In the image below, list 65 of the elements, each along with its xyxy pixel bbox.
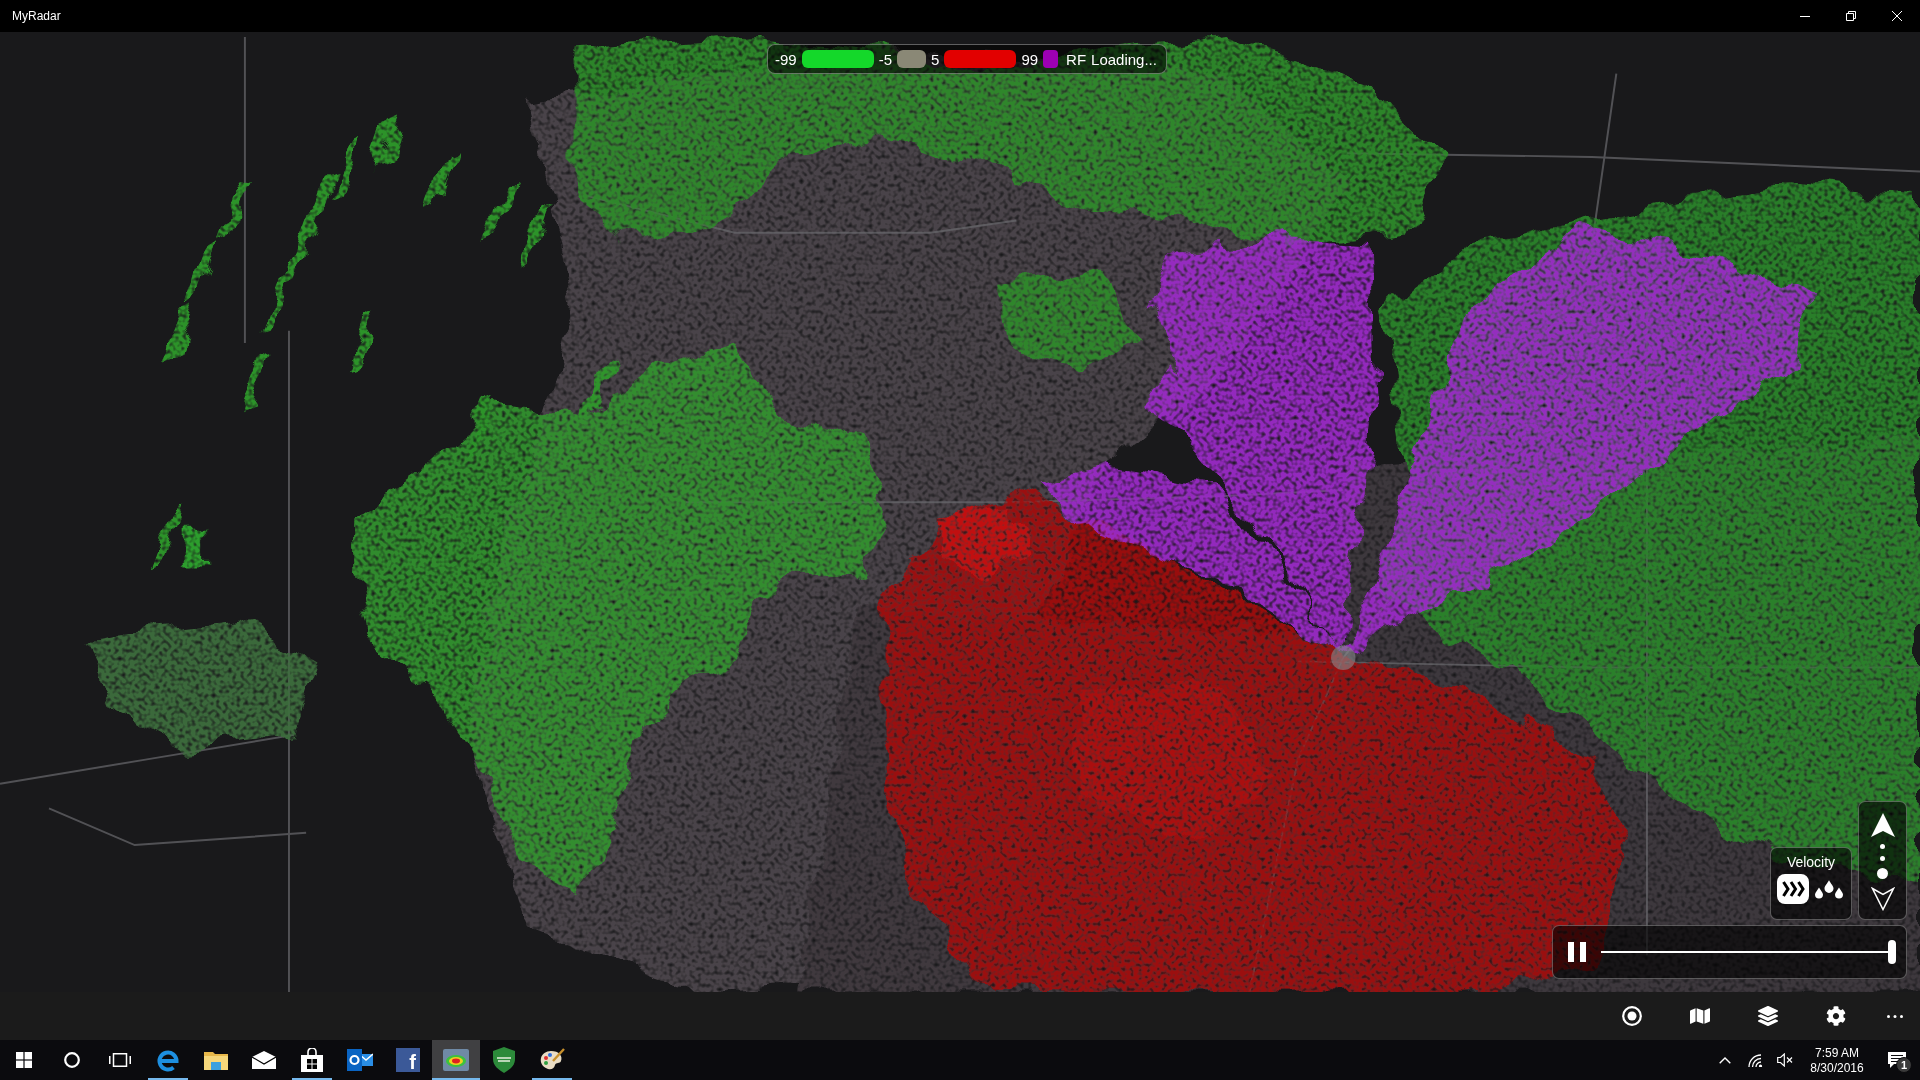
slider-thumb[interactable] xyxy=(1888,940,1896,964)
pause-button[interactable] xyxy=(1565,939,1589,965)
radar-echo-streak xyxy=(427,148,460,208)
settings-icon xyxy=(1826,1006,1846,1026)
palette-icon xyxy=(539,1048,565,1072)
window-title: MyRadar xyxy=(12,9,61,23)
radar-echo-streak xyxy=(347,307,380,367)
notification-badge: 1 xyxy=(1896,1057,1912,1073)
radar-blob-icon xyxy=(443,1049,469,1071)
clock-time[interactable]: 7:59 AM xyxy=(1815,1046,1859,1059)
radar-echo-streak xyxy=(482,178,515,238)
more-icon xyxy=(1887,1014,1903,1018)
target-icon xyxy=(1622,1006,1642,1026)
legend-value: 99 xyxy=(1021,51,1039,67)
radar-echo-streak xyxy=(151,509,184,569)
radar-echo-streak xyxy=(329,142,362,201)
radar-echo-streak xyxy=(301,178,334,238)
radar-echo-streak xyxy=(372,111,405,171)
speaker-muted-icon xyxy=(1777,1053,1793,1067)
close-icon xyxy=(1892,11,1902,21)
shopping-bag-icon xyxy=(301,1048,323,1072)
folder-icon xyxy=(204,1050,228,1070)
minimize-icon xyxy=(1800,15,1810,17)
legend-value: -99 xyxy=(775,51,797,67)
start-icon xyxy=(16,1052,32,1068)
radar-echo-streak xyxy=(219,178,251,238)
wind-mode-button[interactable] xyxy=(1777,874,1809,904)
chevrons-icon xyxy=(1781,880,1805,898)
radar-echo-streak xyxy=(580,362,613,422)
restore-icon xyxy=(1846,11,1856,21)
radar-echo-streak xyxy=(519,209,551,269)
shield-icon xyxy=(493,1047,515,1073)
notifications-button[interactable]: 1 xyxy=(1874,1040,1920,1080)
map-icon xyxy=(1690,1006,1710,1026)
radar-echo-streak xyxy=(240,350,272,410)
circle-icon xyxy=(64,1052,80,1068)
network-icon xyxy=(1747,1053,1763,1067)
down-button[interactable] xyxy=(1868,885,1897,913)
legend-value: -5 xyxy=(878,51,893,67)
arrow-up-icon xyxy=(1870,813,1895,837)
taskbar-app-button[interactable]: f xyxy=(384,1040,432,1080)
mail-icon xyxy=(252,1051,276,1069)
radar-echo-streak xyxy=(259,270,292,330)
arrow-down-icon xyxy=(1870,887,1895,911)
timeline-slider[interactable] xyxy=(1601,940,1896,964)
up-button[interactable] xyxy=(1868,811,1897,839)
droplets-icon xyxy=(1814,879,1844,899)
layers-icon xyxy=(1758,1006,1778,1026)
browser-icon xyxy=(156,1048,180,1072)
mail-app-icon xyxy=(347,1049,373,1071)
radar-echo-streak xyxy=(284,227,316,287)
legend-status: Loading... xyxy=(1091,51,1157,67)
radar-echo-streak xyxy=(464,399,496,459)
clock-date[interactable]: 8/30/2016 xyxy=(1810,1061,1864,1074)
legend-value: 5 xyxy=(931,51,940,67)
layer-title: Velocity xyxy=(1786,855,1836,869)
radar-echo-streak xyxy=(188,240,221,299)
pause-icon xyxy=(1568,942,1586,962)
task-view-icon xyxy=(109,1053,131,1067)
radar-site-marker xyxy=(1331,645,1356,670)
chevron-up-icon xyxy=(1719,1056,1731,1064)
radar-echo-streak xyxy=(164,301,196,361)
app-logo-tile: f xyxy=(396,1048,420,1072)
legend-product: RF xyxy=(1066,51,1087,67)
taskbar-app-button[interactable] xyxy=(432,1040,480,1080)
